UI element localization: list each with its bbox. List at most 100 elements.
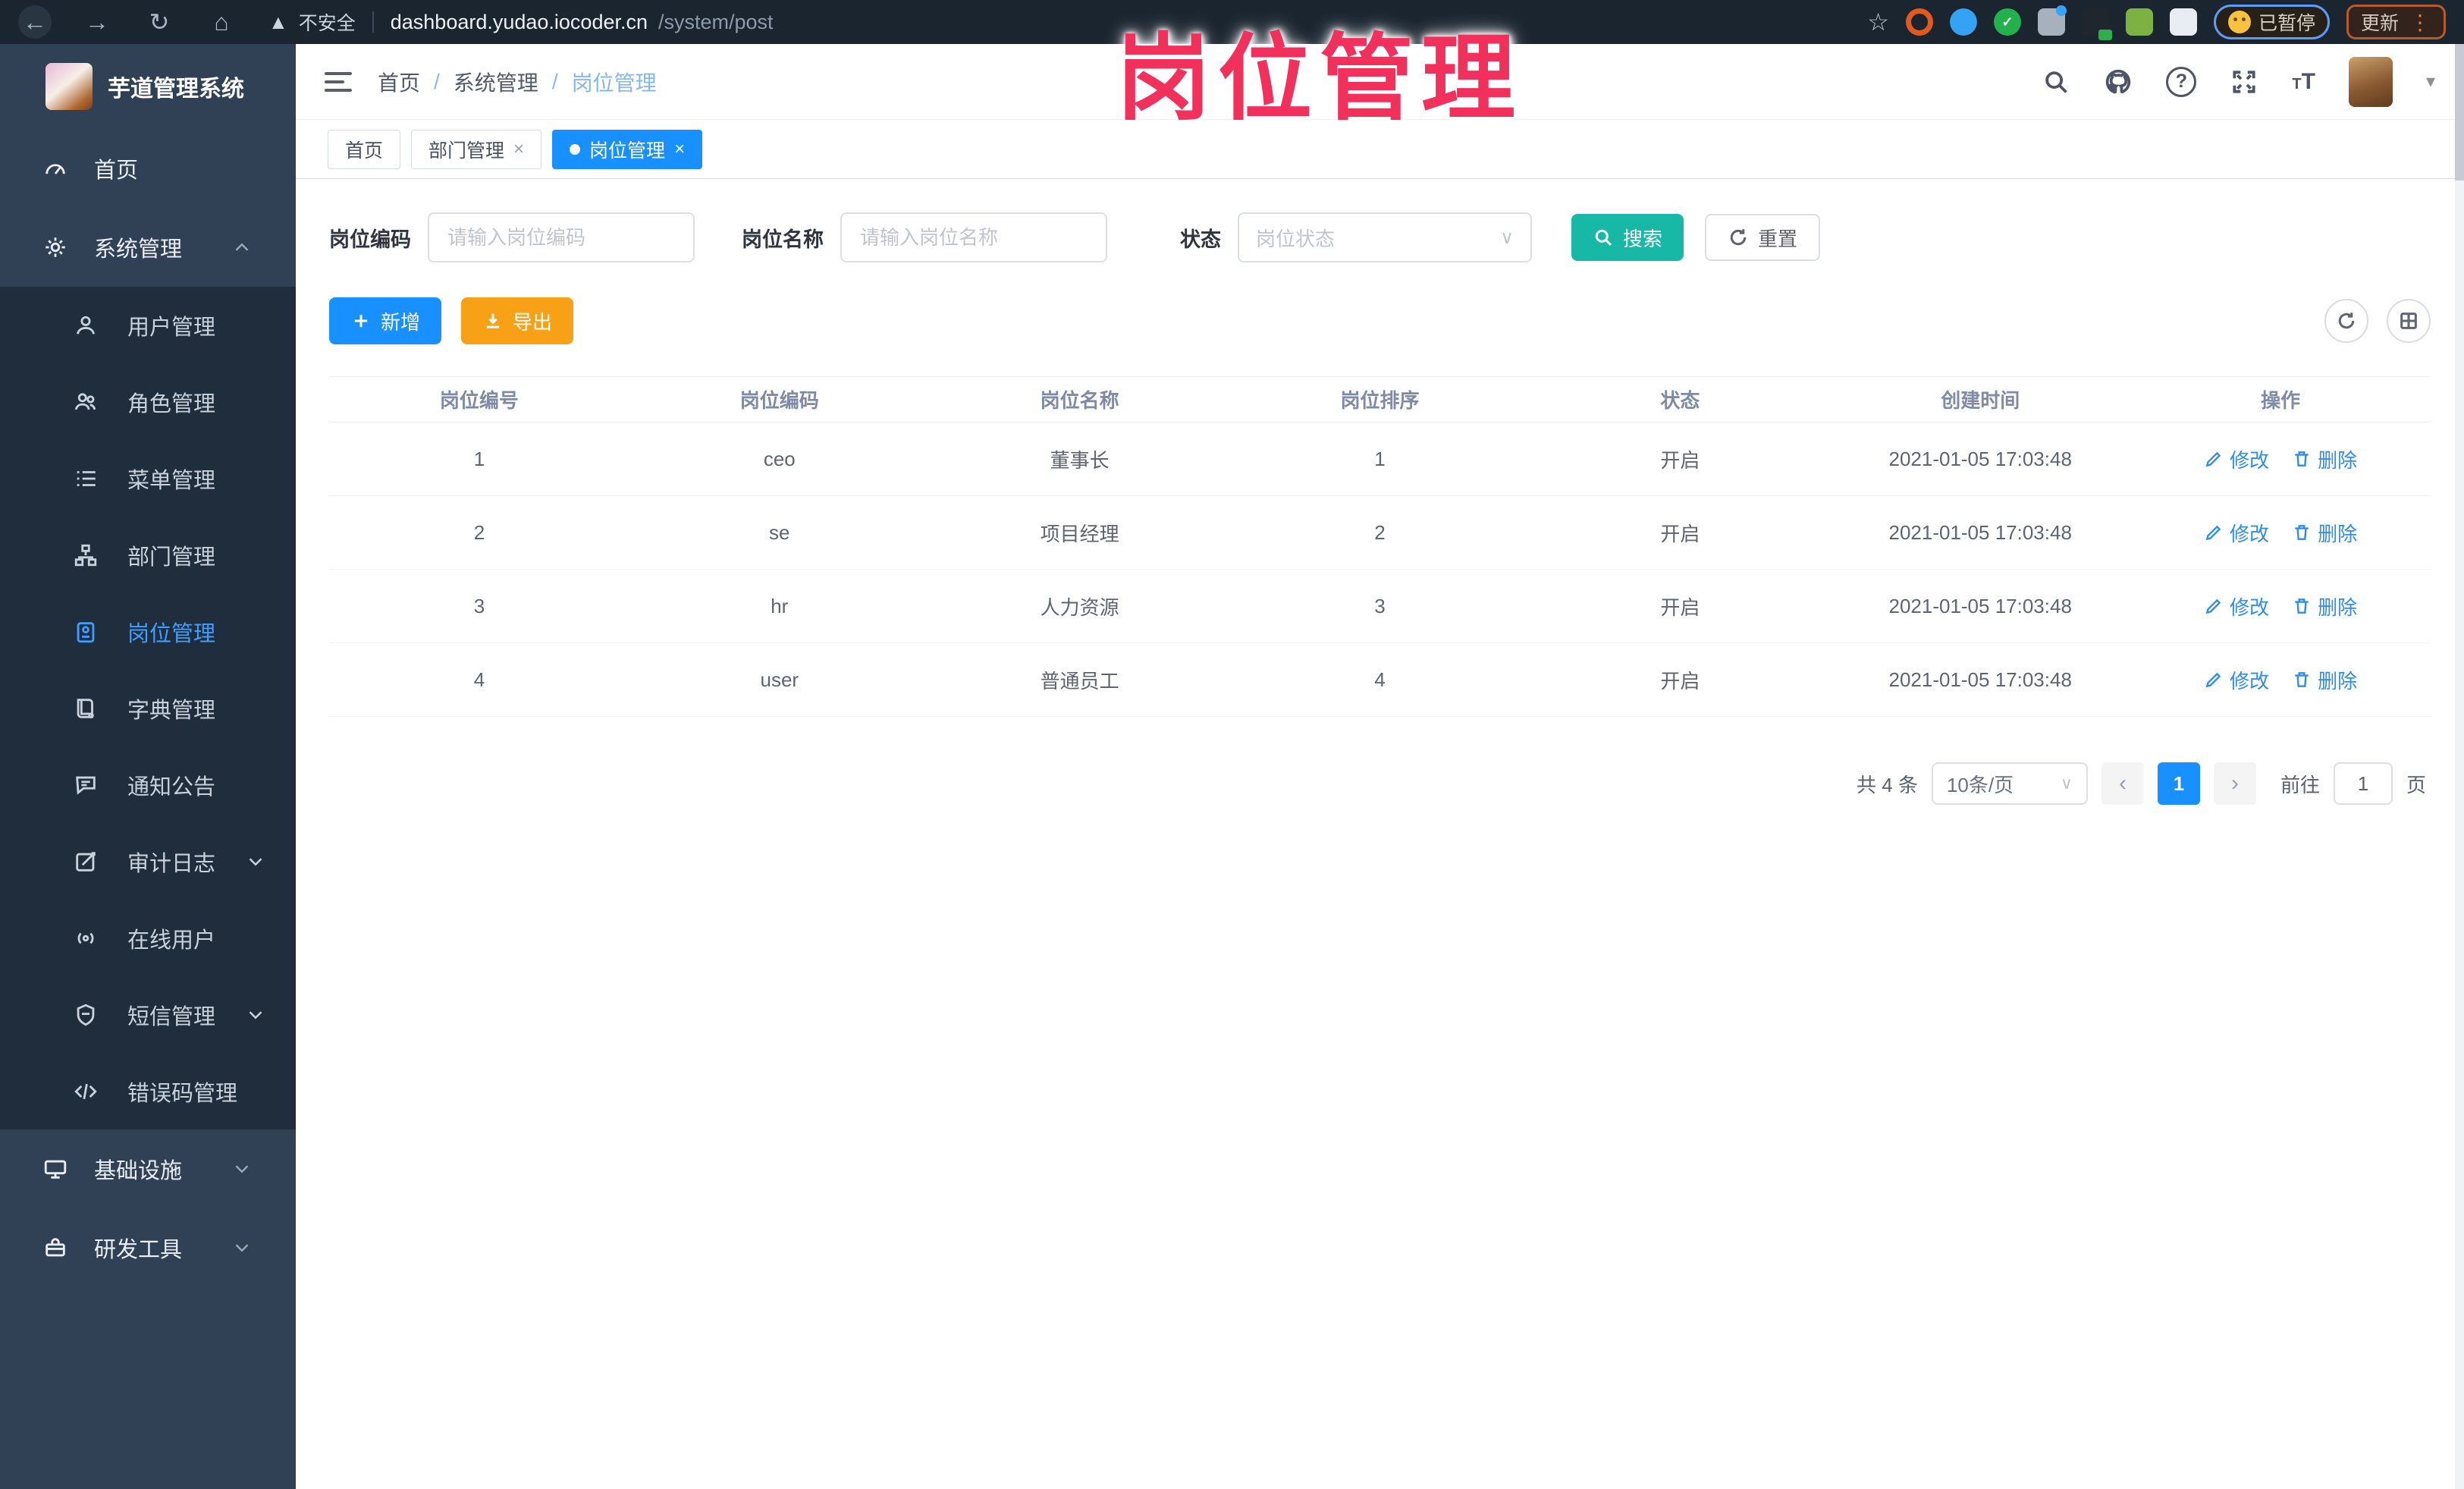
post-name-label: 岗位名称 [742, 228, 824, 251]
sidebar-item-system[interactable]: 系统管理 [0, 208, 296, 287]
table-row[interactable]: 2 se 项目经理 2 开启 2021-01-05 17:03:48 修改 删除 [329, 496, 2431, 570]
sidebar-item-menus[interactable]: 菜单管理 [0, 440, 296, 517]
scrollbar-thumb[interactable] [2455, 44, 2464, 181]
col-header: 创建时间 [1941, 389, 2020, 412]
delete-link[interactable]: 删除 [2292, 445, 2357, 473]
page-size-select[interactable]: 10条/页 ∨ [1931, 762, 2088, 805]
extensions-icon[interactable] [2169, 8, 2197, 36]
github-icon[interactable] [2104, 68, 2133, 96]
table-row[interactable]: 3 hr 人力资源 3 开启 2021-01-05 17:03:48 修改 删除 [329, 570, 2431, 643]
search-button-label: 搜索 [1623, 227, 1663, 250]
font-size-icon[interactable]: TT [2292, 69, 2315, 95]
sidebar-item-online-users[interactable]: 在线用户 [0, 900, 296, 976]
sidebar-item-dev-tools[interactable]: 研发工具 [0, 1208, 296, 1287]
sidebar-item-roles[interactable]: 角色管理 [0, 363, 296, 440]
posts-table: 岗位编号 岗位编码 岗位名称 岗位排序 状态 创建时间 操作 1 ceo 董事长… [329, 376, 2431, 717]
extension-icon-puzzle-green[interactable] [2125, 8, 2153, 36]
edit-link[interactable]: 修改 [2204, 519, 2269, 547]
help-icon[interactable]: ? [2166, 66, 2197, 97]
tab-post[interactable]: 岗位管理 × [552, 129, 703, 169]
search-icon[interactable] [2042, 68, 2070, 96]
post-name-input[interactable] [840, 212, 1107, 262]
address-bar[interactable]: ▲ 不安全 dashboard.yudao.iocoder.cn /system… [268, 8, 774, 36]
url-path: /system/post [658, 10, 774, 33]
sidebar-item-sms[interactable]: 短信管理 [0, 976, 296, 1053]
sidebar-item-error-codes[interactable]: 错误码管理 [0, 1053, 296, 1129]
browser-update-button[interactable]: 更新 ⋮ [2346, 5, 2446, 39]
cell-created: 2021-01-05 17:03:48 [1888, 447, 2072, 470]
next-page-button[interactable]: › [2213, 762, 2256, 805]
delete-link[interactable]: 删除 [2292, 592, 2357, 620]
add-button[interactable]: 新增 [329, 297, 442, 344]
browser-back-icon[interactable]: ← [18, 5, 52, 39]
browser-home-icon[interactable]: ⌂ [205, 5, 238, 39]
breadcrumb-section[interactable]: 系统管理 [454, 67, 538, 97]
sidebar-item-home[interactable]: 首页 [0, 129, 296, 208]
cell-name: 人力资源 [1040, 595, 1119, 619]
gear-icon [46, 237, 65, 257]
url-divider [372, 11, 374, 33]
chevron-down-icon: ∨ [1500, 227, 1514, 248]
table-row[interactable]: 4 user 普通员工 4 开启 2021-01-05 17:03:48 修改 … [329, 643, 2431, 717]
reset-button[interactable]: 重置 [1705, 214, 1821, 261]
browser-reload-icon[interactable]: ↻ [143, 5, 176, 39]
column-settings-button[interactable] [2387, 299, 2431, 343]
browser-menu-icon[interactable]: ⋮ [2409, 10, 2431, 35]
breadcrumb-home[interactable]: 首页 [378, 67, 420, 97]
sidebar-item-users[interactable]: 用户管理 [0, 287, 296, 363]
browser-forward-icon[interactable]: → [80, 5, 114, 39]
sidebar-item-posts[interactable]: 岗位管理 [0, 593, 296, 670]
sidebar-item-dict[interactable]: 字典管理 [0, 670, 296, 746]
edit-link[interactable]: 修改 [2204, 445, 2269, 473]
collapse-sidebar-icon[interactable] [325, 71, 352, 92]
extension-icon-green-check[interactable]: ✓ [1993, 8, 2021, 36]
sidebar-item-infrastructure[interactable]: 基础设施 [0, 1129, 296, 1208]
profile-paused-badge[interactable]: 已暂停 [2213, 5, 2330, 39]
search-button[interactable]: 搜索 [1571, 214, 1684, 261]
sidebar-item-label: 审计日志 [127, 851, 216, 876]
close-icon[interactable]: × [513, 139, 524, 160]
table-row[interactable]: 1 ceo 董事长 1 开启 2021-01-05 17:03:48 修改 删除 [329, 423, 2431, 496]
export-button[interactable]: 导出 [461, 297, 574, 344]
extension-icon-orange[interactable] [1905, 8, 1933, 36]
extension-icon-blue[interactable] [1949, 8, 1977, 36]
delete-link[interactable]: 删除 [2292, 666, 2357, 694]
edit-link[interactable]: 修改 [2204, 666, 2269, 694]
cell-name: 董事长 [1050, 448, 1110, 472]
delete-link[interactable]: 删除 [2292, 519, 2357, 547]
fullscreen-icon[interactable] [2230, 68, 2258, 96]
refresh-table-button[interactable] [2324, 299, 2368, 343]
scrollbar[interactable] [2455, 44, 2464, 1489]
bookmark-star-icon[interactable]: ☆ [1867, 8, 1889, 36]
announcement-icon [76, 776, 96, 795]
user-avatar[interactable] [2348, 56, 2393, 107]
edit-link[interactable]: 修改 [2204, 592, 2269, 620]
app-logo[interactable]: 芋道管理系统 [0, 44, 296, 129]
breadcrumb: 首页 / 系统管理 / 岗位管理 [378, 67, 657, 97]
cell-code: user [760, 668, 799, 691]
grid-icon [2400, 313, 2417, 329]
prev-page-button[interactable]: ‹ [2101, 762, 2144, 805]
sidebar-item-depts[interactable]: 部门管理 [0, 517, 296, 593]
edit-icon [2205, 598, 2221, 614]
extension-icon-grid[interactable] [2037, 5, 2067, 36]
tab-home[interactable]: 首页 [328, 129, 401, 169]
goto-page-input[interactable] [2333, 762, 2393, 805]
page-number-button[interactable]: 1 [2157, 762, 2200, 805]
id-badge-icon [77, 621, 95, 642]
sidebar-item-audit-log[interactable]: 审计日志 [0, 823, 296, 900]
sidebar-item-notice[interactable]: 通知公告 [0, 746, 296, 823]
security-warning-icon: ▲ [268, 10, 288, 33]
breadcrumb-current: 岗位管理 [571, 71, 657, 95]
edit-icon [2205, 451, 2221, 467]
sidebar-item-label: 部门管理 [127, 545, 216, 570]
avatar-dropdown-caret-icon[interactable]: ▾ [2426, 71, 2435, 93]
post-code-input[interactable] [428, 212, 695, 262]
close-icon[interactable]: × [674, 139, 685, 160]
sidebar-item-label: 岗位管理 [127, 621, 216, 646]
status-select[interactable]: 岗位状态 ∨ [1238, 212, 1532, 262]
tab-dept[interactable]: 部门管理 × [411, 129, 542, 169]
trash-icon [2295, 672, 2309, 687]
trash-icon [2295, 525, 2309, 540]
extension-icon-rows[interactable] [2081, 8, 2112, 40]
